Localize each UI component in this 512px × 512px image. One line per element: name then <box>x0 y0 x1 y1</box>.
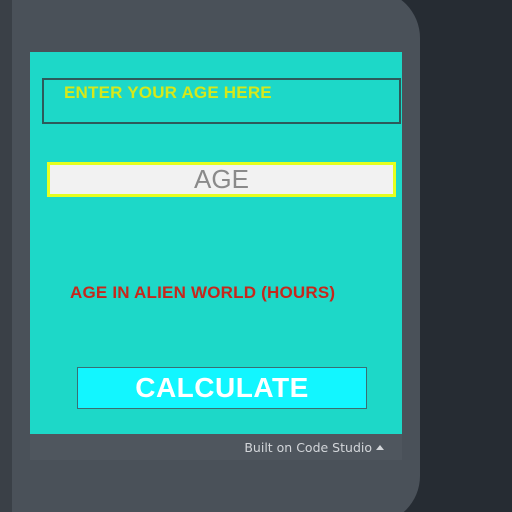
built-on-code-studio-link[interactable]: Built on Code Studio <box>244 440 384 455</box>
app-lab-stage: ENTER YOUR AGE HERE AGE IN ALIEN WORLD (… <box>0 0 512 512</box>
title-box: ENTER YOUR AGE HERE <box>42 78 401 124</box>
caret-up-icon <box>376 445 384 450</box>
phone-frame-edge <box>0 0 12 512</box>
app-screen: ENTER YOUR AGE HERE AGE IN ALIEN WORLD (… <box>30 52 402 434</box>
footer-bar: Built on Code Studio <box>30 434 402 460</box>
title-label: ENTER YOUR AGE HERE <box>64 83 272 102</box>
calculate-button[interactable]: CALCULATE <box>77 367 367 409</box>
result-label: AGE IN ALIEN WORLD (HOURS) <box>70 283 336 302</box>
footer-link-label: Built on Code Studio <box>244 440 372 455</box>
age-input[interactable] <box>47 162 396 197</box>
